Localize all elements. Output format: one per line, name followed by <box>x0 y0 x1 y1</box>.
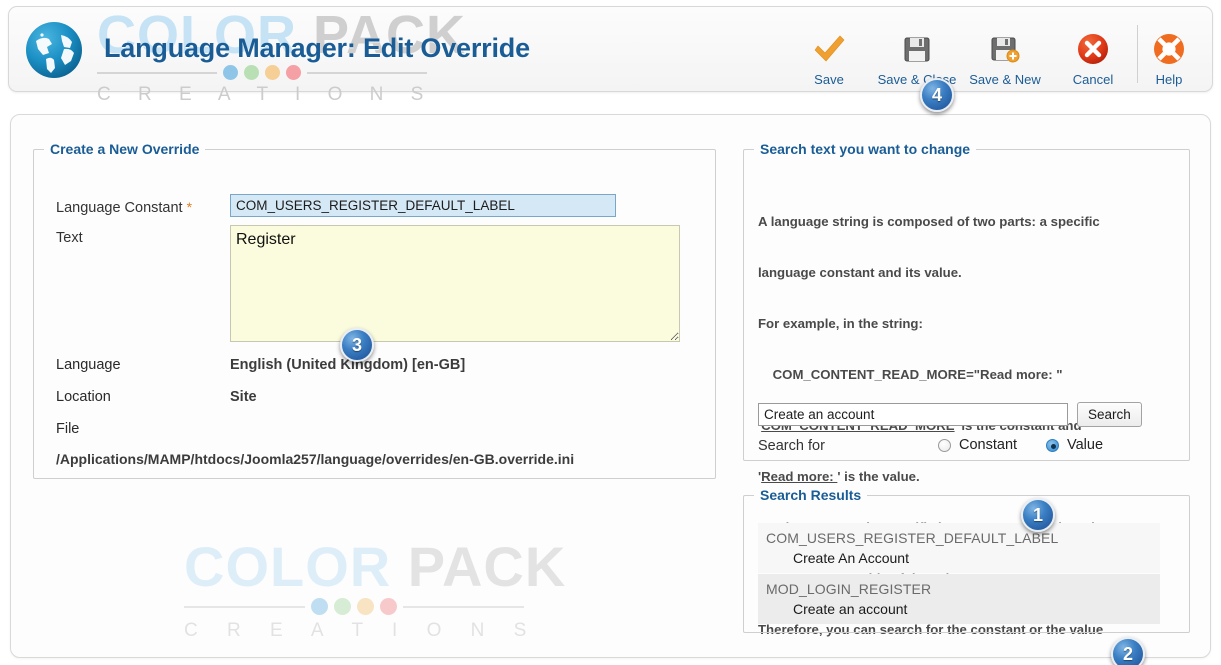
red-x-circle-icon <box>1076 31 1110 67</box>
file-label: File <box>56 421 80 437</box>
radio-constant[interactable]: Constant <box>930 437 1017 453</box>
step-badge-1: 1 <box>1021 498 1055 532</box>
brand-dot-pink <box>286 65 301 80</box>
search-button[interactable]: Search <box>1077 402 1142 427</box>
brand-watermark-body: COLOR PACK C R E A T I O N S <box>184 539 565 642</box>
help-line-6-post: ' is the value. <box>837 469 920 484</box>
brand-creations-text-body: C R E A T I O N S <box>184 620 539 641</box>
help-line-6: 'Read more: ' is the value. <box>758 468 1178 485</box>
search-results-legend: Search Results <box>760 487 862 503</box>
cancel-button[interactable]: Cancel <box>1049 15 1137 87</box>
result-constant-2: MOD_LOGIN_REGISTER <box>766 581 932 597</box>
brand-line-left-body <box>184 605 305 608</box>
language-label: Language <box>56 357 121 373</box>
help-button[interactable]: Help <box>1138 15 1200 87</box>
search-input[interactable] <box>758 403 1068 426</box>
step-badge-2: 2 <box>1111 637 1145 665</box>
result-constant-1: COM_USERS_REGISTER_DEFAULT_LABEL <box>766 530 1059 546</box>
create-override-fieldset: Create a New Override Language Constant … <box>33 141 716 479</box>
brand-dot-orange-body <box>357 598 374 615</box>
toolbar: Save Save & Close Save & New Cancel Help <box>785 15 1200 93</box>
save-button[interactable]: Save <box>785 15 873 87</box>
help-line-1: A language string is composed of two par… <box>758 214 1100 229</box>
brand-pack-text-body: PACK <box>391 535 567 598</box>
override-text-input[interactable]: Register <box>230 225 680 342</box>
create-override-legend: Create a New Override <box>50 141 200 157</box>
step-badge-4: 4 <box>920 78 954 112</box>
required-marker: * <box>186 199 193 215</box>
location-value: Site <box>230 389 257 405</box>
globe-icon <box>23 19 85 81</box>
header-bar: COLOR PACK C R E A T I O N S Language Ma… <box>8 6 1213 105</box>
main-panel: COLOR PACK C R E A T I O N S Create a Ne… <box>10 114 1211 665</box>
search-text-legend: Search text you want to change <box>760 141 971 157</box>
app-root: COLOR PACK C R E A T I O N S Language Ma… <box>0 0 1221 665</box>
brand-creations-text: C R E A T I O N S <box>97 84 435 105</box>
language-constant-label: Language Constant <box>56 200 183 216</box>
checkmark-icon <box>812 31 846 67</box>
help-line-2: language constant and its value. <box>758 265 962 280</box>
help-label: Help <box>1155 72 1183 87</box>
floppy-disk-icon <box>902 31 932 67</box>
search-results-fieldset: Search Results COM_USERS_REGISTER_DEFAUL… <box>743 487 1190 633</box>
brand-line-right-body <box>403 605 524 608</box>
brand-dot-green <box>244 65 259 80</box>
result-value-1: Create An Account <box>793 550 909 566</box>
radio-value-circle[interactable] <box>1046 438 1059 452</box>
brand-dot-row <box>97 65 427 80</box>
language-constant-input[interactable] <box>230 194 616 217</box>
brand-dot-row-body <box>184 598 524 615</box>
step-badge-3: 3 <box>340 328 374 362</box>
radio-constant-circle[interactable] <box>938 438 951 452</box>
radio-value-label: Value <box>1067 437 1104 453</box>
save-label: Save <box>814 72 844 87</box>
brand-dot-orange <box>265 65 280 80</box>
brand-dot-blue-body <box>311 598 328 615</box>
search-for-label: Search for <box>758 438 825 454</box>
brand-line-right <box>307 71 427 74</box>
save-and-close-button[interactable]: Save & Close <box>873 15 961 87</box>
location-label: Location <box>56 389 111 405</box>
language-constant-label-row: Language Constant * <box>56 199 192 216</box>
search-text-fieldset: Search text you want to change A languag… <box>743 141 1190 637</box>
file-value: /Applications/MAMP/htdocs/Joomla257/lang… <box>56 451 575 467</box>
text-label: Text <box>56 230 83 246</box>
search-row: Search <box>758 402 1142 427</box>
save-and-new-button[interactable]: Save & New <box>961 15 1049 87</box>
radio-value[interactable]: Value <box>1038 437 1103 453</box>
radio-constant-label: Constant <box>959 437 1018 453</box>
brand-dot-pink-body <box>380 598 397 615</box>
help-value-example: Read more: <box>761 469 838 484</box>
result-row-1[interactable]: COM_USERS_REGISTER_DEFAULT_LABEL Create … <box>758 523 1160 573</box>
brand-dot-green-body <box>334 598 351 615</box>
help-line-4: COM_CONTENT_READ_MORE="Read more: " <box>758 367 1063 382</box>
brand-color-text-body: COLOR <box>184 535 392 598</box>
brand-dot-blue <box>223 65 238 80</box>
brand-line-left <box>97 71 217 74</box>
cancel-label: Cancel <box>1072 72 1114 87</box>
help-line-3: For example, in the string: <box>758 316 923 331</box>
page-title: Language Manager: Edit Override <box>104 33 530 63</box>
lifebuoy-icon <box>1152 31 1186 67</box>
floppy-disk-plus-icon <box>990 31 1020 67</box>
result-row-2[interactable]: MOD_LOGIN_REGISTER Create an account <box>758 574 1160 624</box>
save-and-new-label: Save & New <box>969 72 1041 87</box>
result-value-2: Create an account <box>793 601 908 617</box>
